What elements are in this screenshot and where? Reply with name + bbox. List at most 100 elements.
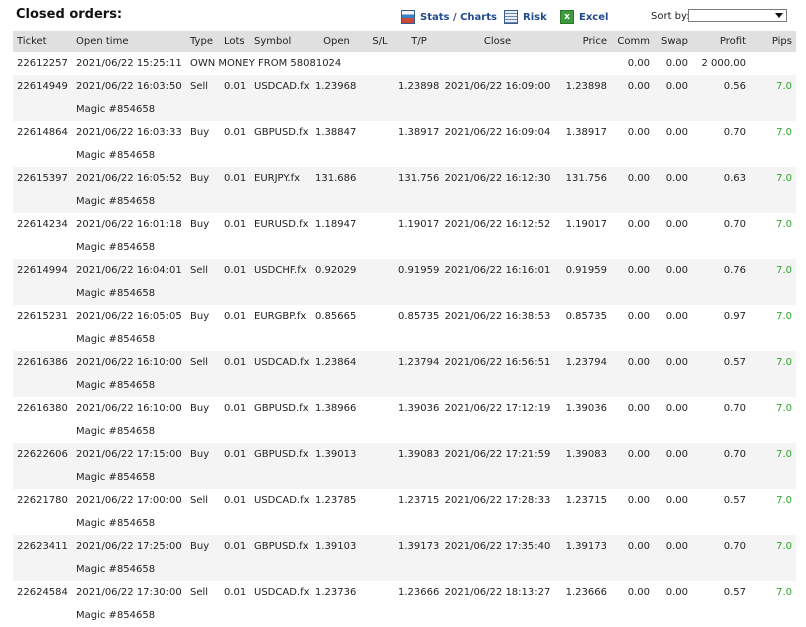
column-header-open-time[interactable]: Open time (72, 31, 186, 52)
spacer-cell (13, 236, 72, 259)
type-cell: Buy (190, 219, 210, 230)
ticket-cell: 22614234 (17, 219, 68, 230)
order-row[interactable]: 22616386 2021/06/22 16:10:00 Sell 0.01 USDCA… (13, 351, 796, 374)
symbol-cell: EURJPY.fx (250, 167, 311, 190)
stats-charts-link[interactable]: Stats / Charts (401, 10, 497, 24)
profit-cell: 0.70 (692, 443, 750, 466)
comm-cell: 0.00 (627, 219, 650, 230)
order-row[interactable]: 22622606 2021/06/22 17:15:00 Buy 0.01 GBPUSD… (13, 443, 796, 466)
magic-number-cell: Magic #854658 (76, 426, 156, 437)
swap-cell: 0.00 (665, 127, 688, 138)
order-row[interactable]: 22615397 2021/06/22 16:05:52 Buy 0.01 EURJPY… (13, 167, 796, 190)
comm-cell: 0.00 (627, 495, 650, 506)
profit-cell: 0.70 (692, 535, 750, 558)
take-profit-cell: 1.23794 (398, 351, 440, 374)
type-cell: Buy (186, 167, 220, 190)
stop-loss-cell (362, 581, 398, 604)
spacer-cell (13, 190, 72, 213)
order-row[interactable]: 22614949 2021/06/22 16:03:50 Sell 0.01 USDCA… (13, 75, 796, 98)
order-row[interactable]: 22615231 2021/06/22 16:05:05 Buy 0.01 EURGBP… (13, 305, 796, 328)
column-header-close[interactable]: Close (440, 31, 555, 52)
magic-number-cell: Magic #854658 (72, 558, 796, 581)
order-magic-row: Magic #854658 (13, 98, 796, 121)
spacer-cell (13, 374, 72, 397)
pips-cell: 7.0 (750, 535, 796, 558)
type-cell: Sell (190, 495, 209, 506)
swap-cell: 0.00 (665, 587, 688, 598)
close-price-cell: 1.39173 (555, 535, 611, 558)
type-cell: Sell (186, 351, 220, 374)
column-header-open[interactable]: Open (311, 31, 362, 52)
comm-cell: 0.00 (611, 75, 654, 98)
sort-by-select[interactable] (688, 9, 787, 22)
take-profit-cell: 1.39036 (398, 403, 440, 414)
swap-cell: 0.00 (654, 351, 692, 374)
order-row[interactable]: 22616380 2021/06/22 16:10:00 Buy 0.01 GBPUSD… (13, 397, 796, 420)
spacer-cell (13, 512, 72, 535)
close-time-cell: 2021/06/22 17:12:19 (444, 403, 551, 414)
column-header-ticket[interactable]: Ticket (13, 31, 72, 52)
close-time-cell: 2021/06/22 18:13:27 (444, 587, 551, 598)
close-price-cell: 1.39083 (555, 443, 611, 466)
column-header-comm[interactable]: Comm (611, 31, 654, 52)
profit-cell: 0.70 (723, 403, 746, 414)
sort-by-label: Sort by: (651, 11, 690, 22)
profit-cell: 0.70 (723, 219, 746, 230)
excel-label: Excel (579, 11, 609, 23)
column-header-price[interactable]: Price (555, 31, 611, 52)
swap-cell: 0.00 (665, 58, 688, 69)
order-row[interactable]: 22614864 2021/06/22 16:03:33 Buy 0.01 GBPUSD… (13, 121, 796, 144)
column-header-t-p[interactable]: T/P (398, 31, 440, 52)
close-time-cell: 2021/06/22 16:09:04 (444, 127, 551, 138)
column-header-pips[interactable]: Pips (750, 31, 796, 52)
open-time-cell: 2021/06/22 16:01:18 (76, 219, 182, 230)
type-cell: Buy (186, 443, 220, 466)
profit-cell: 2 000.00 (701, 58, 746, 69)
swap-cell: 0.00 (665, 495, 688, 506)
lots-cell: 0.01 (220, 259, 250, 282)
close-price-cell: 1.38917 (565, 127, 607, 138)
symbol-cell: USDCAD.fx (250, 351, 311, 374)
lots-cell: 0.01 (220, 443, 250, 466)
pips-cell: 7.0 (750, 259, 796, 282)
order-magic-row: Magic #854658 (13, 282, 796, 305)
swap-cell: 0.00 (665, 219, 688, 230)
symbol-cell: GBPUSD.fx (250, 535, 311, 558)
lots-cell: 0.01 (224, 219, 247, 230)
order-row[interactable]: 22614234 2021/06/22 16:01:18 Buy 0.01 EURUSD… (13, 213, 796, 236)
order-row[interactable]: 22614994 2021/06/22 16:04:01 Sell 0.01 USDCH… (13, 259, 796, 282)
deposit-description-cell: OWN MONEY FROM 58081024 (190, 58, 342, 69)
ticket-cell: 22612257 (17, 58, 68, 69)
open-price-cell: 1.23736 (315, 587, 357, 598)
profit-cell: 0.70 (723, 127, 746, 138)
deposit-row: 22612257 2021/06/22 15:25:11 OWN MONEY FRO… (13, 52, 796, 75)
column-header-lots[interactable]: Lots (220, 31, 250, 52)
order-magic-row: Magic #854658 (13, 236, 796, 259)
comm-cell: 0.00 (627, 587, 650, 598)
column-header-profit[interactable]: Profit (692, 31, 750, 52)
take-profit-cell: 1.39173 (398, 535, 440, 558)
ticket-cell: 22616380 (17, 403, 68, 414)
symbol-cell: GBPUSD.fx (250, 443, 311, 466)
comm-cell: 0.00 (611, 443, 654, 466)
order-row[interactable]: 22621780 2021/06/22 17:00:00 Sell 0.01 USDCA… (13, 489, 796, 512)
column-header-swap[interactable]: Swap (654, 31, 692, 52)
column-header-type[interactable]: Type (186, 31, 220, 52)
close-time-cell: 2021/06/22 17:21:59 (440, 443, 555, 466)
column-header-symbol[interactable]: Symbol (250, 31, 311, 52)
lots-cell: 0.01 (224, 311, 247, 322)
risk-link[interactable]: Risk (504, 10, 547, 24)
profit-cell: 0.97 (723, 311, 746, 322)
take-profit-cell: 1.39083 (398, 443, 440, 466)
order-magic-row: Magic #854658 (13, 190, 796, 213)
type-cell: Buy (190, 311, 210, 322)
excel-export-link[interactable]: x Excel (560, 10, 608, 24)
order-row[interactable]: 22624584 2021/06/22 17:30:00 Sell 0.01 USDCA… (13, 581, 796, 604)
order-magic-row: Magic #854658 (13, 512, 796, 535)
open-time-cell: 2021/06/22 16:05:05 (76, 311, 182, 322)
order-row[interactable]: 22623411 2021/06/22 17:25:00 Buy 0.01 GBPUSD… (13, 535, 796, 558)
column-header-s-l[interactable]: S/L (362, 31, 398, 52)
stop-loss-cell (362, 351, 398, 374)
open-price-cell: 1.38966 (315, 403, 357, 414)
close-price-cell: 1.39036 (565, 403, 607, 414)
